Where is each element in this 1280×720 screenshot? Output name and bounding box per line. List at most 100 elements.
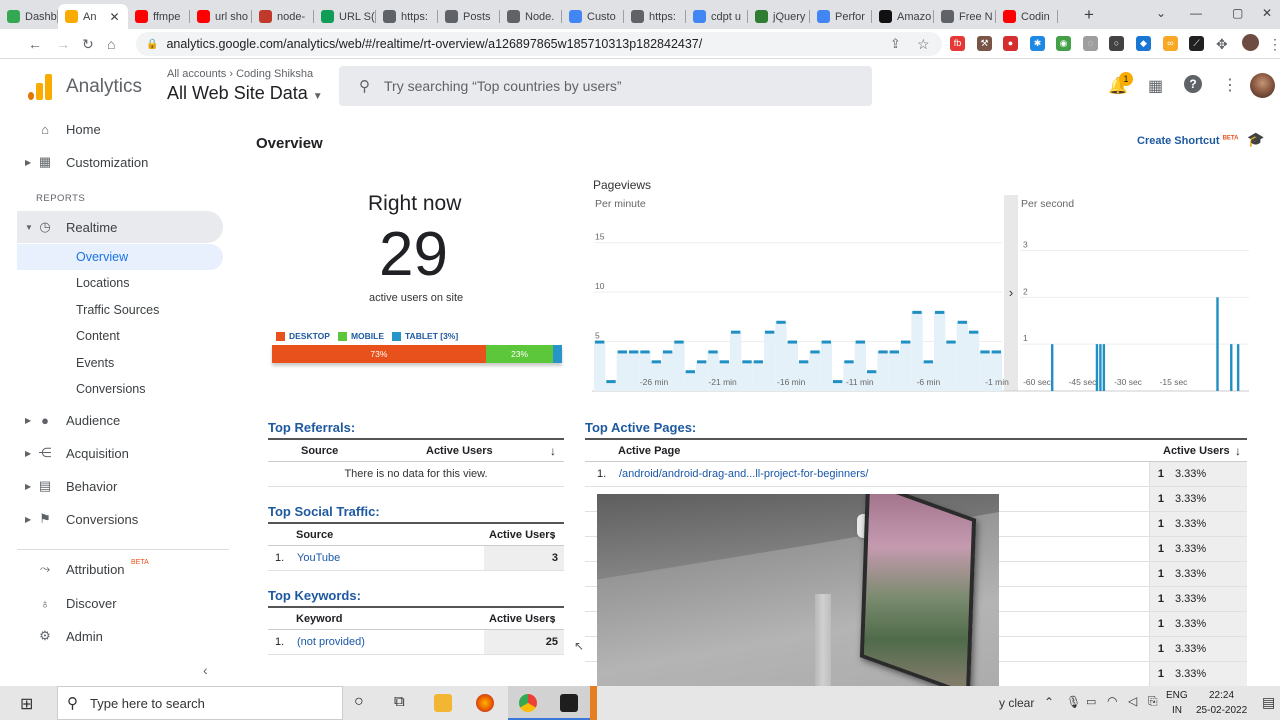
browser-tab[interactable]: Custo: [562, 4, 624, 29]
slash-extension-icon[interactable]: ⟋: [1189, 36, 1204, 51]
apps-grid-icon[interactable]: ▦: [1148, 76, 1163, 96]
home-icon[interactable]: ⌂: [107, 35, 115, 53]
nav-realtime-traffic-sources[interactable]: Traffic Sources: [17, 297, 223, 323]
address-bar[interactable]: 🔒 analytics.google.com/analytics/web/#/r…: [136, 32, 942, 56]
battery-icon[interactable]: ▭: [1086, 695, 1096, 708]
browser-tab[interactable]: cdpt u: [686, 4, 748, 29]
nav-home[interactable]: ⌂ Home: [17, 113, 223, 145]
sort-arrow-icon[interactable]: ↓: [550, 440, 556, 461]
browser-tab[interactable]: node-: [252, 4, 314, 29]
file-explorer-icon[interactable]: [434, 694, 452, 712]
close-tab-icon[interactable]: ✕: [109, 10, 119, 24]
search-bar[interactable]: ⚲ Try searching “Top countries by users”: [339, 66, 872, 106]
col-active-users[interactable]: Active Users: [489, 608, 556, 629]
network-icon[interactable]: ⎘: [1148, 694, 1158, 709]
col-active-users[interactable]: Active Users: [1163, 440, 1230, 461]
breadcrumb-all-accounts[interactable]: All accounts: [167, 68, 226, 80]
col-source[interactable]: Source: [301, 440, 338, 461]
browser-tab[interactable]: https:: [624, 4, 686, 29]
col-active-page[interactable]: Active Page: [618, 440, 680, 461]
wifi-icon[interactable]: ◠: [1107, 694, 1117, 708]
task-view-icon[interactable]: ⧉: [394, 693, 405, 710]
circle-extension-icon[interactable]: ◌: [1083, 36, 1098, 51]
nav-realtime-locations[interactable]: Locations: [17, 270, 223, 296]
browser-tab[interactable]: Perfor: [810, 4, 872, 29]
help-icon[interactable]: ?: [1184, 75, 1202, 93]
keyword-link[interactable]: (not provided): [297, 630, 365, 654]
menu-kebab-icon[interactable]: ⋮: [1268, 35, 1280, 53]
browser-tab[interactable]: Free N: [934, 4, 996, 29]
clock-date[interactable]: 25-02-2022: [1196, 705, 1247, 716]
puzzle-icon[interactable]: ✥: [1216, 35, 1228, 53]
profile-avatar-icon[interactable]: [1242, 34, 1259, 51]
terminal-taskbar-item[interactable]: [550, 686, 590, 720]
microphone-icon[interactable]: 🎙: [1066, 695, 1081, 709]
more-vert-icon[interactable]: ⋮: [1222, 75, 1238, 95]
breadcrumb-account[interactable]: Coding Shiksha: [236, 68, 313, 80]
graduation-cap-icon[interactable]: 🎓: [1247, 131, 1264, 148]
forward-icon[interactable]: →: [56, 35, 70, 53]
close-window-icon[interactable]: ✕: [1262, 6, 1272, 20]
taskbar-search[interactable]: ⚲ Type here to search: [57, 686, 343, 720]
firefox-icon[interactable]: [476, 694, 494, 712]
social-source-link[interactable]: YouTube: [297, 546, 340, 570]
language-top[interactable]: ENG: [1166, 690, 1188, 701]
record-extension-icon[interactable]: ●: [1003, 36, 1018, 51]
browser-tab[interactable]: ffmpe: [128, 4, 190, 29]
tools-extension-icon[interactable]: ⚒: [977, 36, 992, 51]
nav-discover[interactable]: ♁ Discover: [17, 587, 223, 619]
windows-start-icon[interactable]: ⊞: [20, 694, 33, 714]
browser-tab[interactable]: URL S(: [314, 4, 376, 29]
back-icon[interactable]: ←: [28, 35, 42, 53]
col-active-users[interactable]: Active Users: [426, 440, 493, 461]
create-shortcut-link[interactable]: Create Shortcut BETA: [1137, 135, 1238, 147]
sort-arrow-icon[interactable]: ↓: [550, 608, 556, 629]
wave-extension-icon[interactable]: ◉: [1056, 36, 1071, 51]
nav-behavior[interactable]: ▶ ▤ Behavior: [17, 470, 223, 502]
nav-realtime[interactable]: ▼ ◷ Realtime: [17, 211, 223, 243]
collapse-sidebar-icon[interactable]: ‹: [203, 662, 208, 678]
browser-tab[interactable]: An ✕: [58, 4, 128, 29]
browser-tab[interactable]: Amazo: [872, 4, 934, 29]
active-page-link[interactable]: /android/android-drag-and...ll-project-f…: [619, 462, 868, 486]
col-active-users[interactable]: Active Users: [489, 524, 556, 545]
maximize-icon[interactable]: ▢: [1232, 6, 1243, 20]
nav-realtime-overview[interactable]: Overview: [17, 244, 223, 270]
reload-icon[interactable]: ↻: [82, 35, 94, 53]
chevron-down-icon[interactable]: ⌄: [1156, 6, 1166, 20]
nav-conversions[interactable]: ▶ ⚑ Conversions: [17, 503, 223, 535]
nav-realtime-events[interactable]: Events: [17, 350, 223, 376]
share-icon[interactable]: ⇪: [890, 35, 901, 53]
nav-admin[interactable]: ⚙ Admin: [17, 620, 223, 652]
language-bottom[interactable]: IN: [1172, 705, 1182, 716]
ring-extension-icon[interactable]: ○: [1109, 36, 1124, 51]
nav-acquisition[interactable]: ▶ ⋲ Acquisition: [17, 437, 223, 469]
snow-extension-icon[interactable]: ✱: [1030, 36, 1045, 51]
cortana-icon[interactable]: ○: [354, 693, 364, 711]
browser-tab[interactable]: Posts: [438, 4, 500, 29]
browser-tab[interactable]: Dashb: [0, 4, 58, 29]
browser-tab[interactable]: Node.: [500, 4, 562, 29]
star-icon[interactable]: ☆: [917, 35, 930, 53]
link-extension-icon[interactable]: ∞: [1163, 36, 1178, 51]
weather-text[interactable]: y clear: [999, 696, 1034, 710]
browser-tab[interactable]: Codin: [996, 4, 1058, 29]
shield-extension-icon[interactable]: ◆: [1136, 36, 1151, 51]
nav-audience[interactable]: ▶ ● Audience: [17, 404, 223, 436]
nav-realtime-conversions[interactable]: Conversions: [17, 376, 223, 402]
property-selector[interactable]: All Web Site Data ▼: [167, 83, 323, 104]
fb-extension-icon[interactable]: fb: [950, 36, 965, 51]
minimize-icon[interactable]: —: [1190, 6, 1202, 20]
sort-arrow-icon[interactable]: ↓: [1235, 440, 1241, 461]
nav-realtime-content[interactable]: Content: [17, 323, 223, 349]
new-tab-icon[interactable]: +: [1084, 5, 1094, 25]
notifications-icon[interactable]: ▤: [1262, 694, 1275, 711]
user-avatar[interactable]: [1250, 73, 1275, 98]
browser-tab[interactable]: jQuery: [748, 4, 810, 29]
browser-tab[interactable]: https:: [376, 4, 438, 29]
volume-icon[interactable]: ◁: [1128, 694, 1137, 708]
clock-time[interactable]: 22:24: [1209, 690, 1234, 701]
col-source[interactable]: Source: [296, 524, 333, 545]
nav-customization[interactable]: ▶ ▦ Customization: [17, 146, 223, 178]
chrome-taskbar-item[interactable]: [508, 686, 550, 720]
